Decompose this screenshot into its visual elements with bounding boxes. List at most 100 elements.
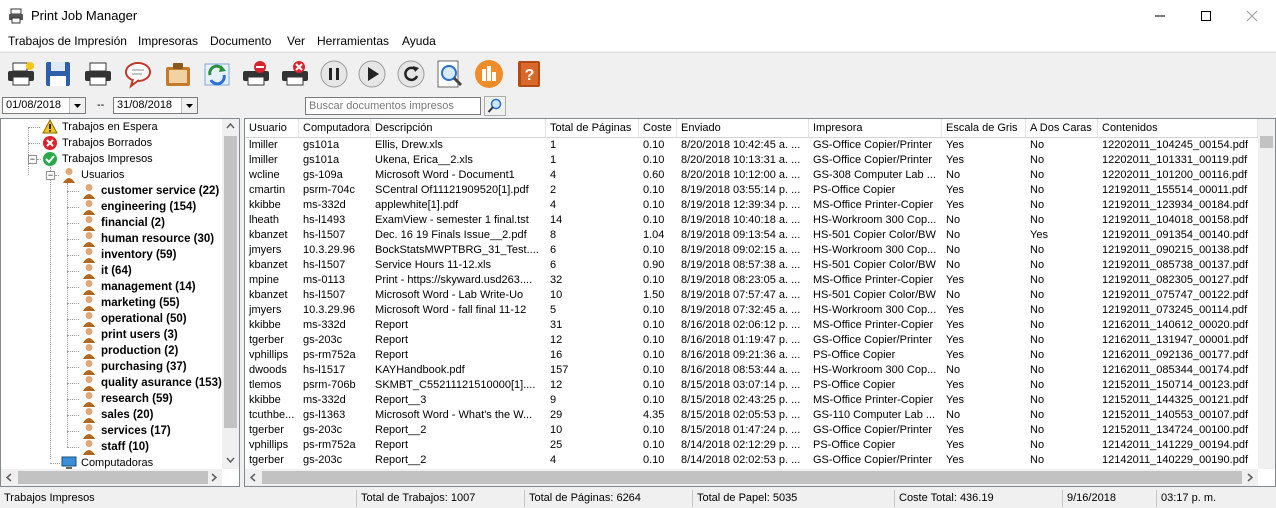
table-cell: hs-l1507 <box>303 259 346 271</box>
column-header[interactable]: Usuario <box>245 119 299 137</box>
table-cell: Yes <box>946 199 964 211</box>
table-row[interactable]: dwoods hs-l1517 KAYHandbook.pdf 157 0.10 8/16… <box>245 363 1258 378</box>
minimize-button[interactable] <box>1137 0 1183 32</box>
date-to-picker[interactable]: 31/08/2018 <box>113 97 198 114</box>
status-section: Trabajos Impresos <box>4 492 95 504</box>
menu-printers[interactable]: Impresoras <box>138 34 198 48</box>
menu-help[interactable]: Ayuda <box>402 34 436 48</box>
search-input[interactable] <box>305 97 481 115</box>
date-range-separator: -- <box>97 99 105 111</box>
table-cell: No <box>1030 139 1045 151</box>
stop-printer-button[interactable] <box>239 56 272 91</box>
table-row[interactable]: lheath hs-l1493 ExamView - semester 1 fina… <box>245 213 1258 228</box>
table-row[interactable]: jmyers 10.3.29.96 BockStatsMWPTBRG_31_Test… <box>245 243 1258 258</box>
tree-hscroll-thumb[interactable] <box>18 471 208 484</box>
close-button[interactable] <box>1229 0 1275 32</box>
reports-button[interactable] <box>472 56 505 91</box>
column-header[interactable]: Escala de Gris <box>942 119 1026 137</box>
menu-document[interactable]: Documento <box>210 34 271 48</box>
tree-horizontal-scrollbar[interactable] <box>1 469 222 486</box>
collapse-icon[interactable]: − <box>46 171 55 180</box>
refresh-button[interactable] <box>200 56 233 91</box>
scroll-up-icon[interactable] <box>226 123 235 129</box>
pause-button[interactable] <box>317 56 350 91</box>
table-cell: mpine <box>249 274 279 286</box>
column-header[interactable]: Computadora <box>299 119 371 137</box>
table-cell: 12152011_150714_00123.pdf <box>1102 379 1249 391</box>
table-cell: dwoods <box>249 364 287 376</box>
preview-button[interactable] <box>433 56 466 91</box>
scroll-left-icon[interactable] <box>6 473 12 482</box>
column-header[interactable]: Coste <box>639 119 677 137</box>
table-cell: HS-Workroom 300 Cop... <box>813 364 937 376</box>
table-row[interactable]: tgerber gs-203c Report__2 4 0.10 8/14/2018 02… <box>245 453 1258 468</box>
grid-horizontal-scrollbar[interactable] <box>245 469 1258 486</box>
table-row[interactable]: vphillips ps-rm752a Report 16 0.10 8/16/2018 … <box>245 348 1258 363</box>
table-row[interactable]: lmiller gs101a Ellis, Drew.xls 1 0.10 8/20/20… <box>245 138 1258 153</box>
help-button[interactable]: ? <box>512 56 545 91</box>
table-row[interactable]: kbanzet hs-l1507 Microsoft Word - Lab Writ… <box>245 288 1258 303</box>
grid-vertical-scrollbar[interactable] <box>1258 119 1275 469</box>
table-row[interactable]: kkibbe ms-332d Report__3 9 0.10 8/15/2018 02:… <box>245 393 1258 408</box>
chevron-down-icon[interactable] <box>69 98 85 113</box>
scroll-right-icon[interactable] <box>1247 473 1253 482</box>
menu-view[interactable]: Ver <box>287 34 305 48</box>
clipboard-button[interactable] <box>161 56 194 91</box>
column-header[interactable]: Descripción <box>371 119 546 137</box>
tree-connector <box>67 223 79 224</box>
date-from-picker[interactable]: 01/08/2018 <box>2 97 86 114</box>
scroll-down-icon[interactable] <box>226 457 235 463</box>
resume-button[interactable] <box>355 56 388 91</box>
tree-item-label: purchasing (37) <box>101 361 187 373</box>
tree-vertical-scrollbar[interactable] <box>222 119 239 469</box>
table-row[interactable]: tlemos psrm-706b SKMBT_C55211121510000[1].… <box>245 378 1258 393</box>
table-cell: Yes <box>946 379 964 391</box>
table-cell: 0.90 <box>643 259 665 271</box>
scroll-left-icon[interactable] <box>250 473 256 482</box>
restart-button[interactable] <box>394 56 427 91</box>
menu-print-jobs[interactable]: Trabajos de Impresión <box>8 34 127 48</box>
table-row[interactable]: tgerber gs-203c Report 12 0.10 8/16/2018 01:1… <box>245 333 1258 348</box>
collapse-icon[interactable]: − <box>28 155 37 164</box>
table-row[interactable]: cmartin psrm-704c SCentral Of11121909520[1… <box>245 183 1258 198</box>
table-cell: 12 <box>550 379 563 391</box>
table-cell: 8/16/2018 02:06:12 p. ... <box>681 319 801 331</box>
table-cell: Yes <box>946 154 964 166</box>
menu-tools[interactable]: Herramientas <box>317 34 389 48</box>
table-row[interactable]: vphillips ps-rm752a Report 25 0.10 8/14/2018 … <box>245 438 1258 453</box>
table-row[interactable]: kbanzet hs-l1507 Service Hours 11-12.xls 6 0… <box>245 258 1258 273</box>
table-cell: 8/19/2018 08:57:38 a. ... <box>681 259 801 271</box>
grid-scroll-thumb[interactable] <box>1260 136 1273 148</box>
column-header[interactable]: A Dos Caras <box>1026 119 1098 137</box>
column-header[interactable]: Contenidos <box>1098 119 1258 137</box>
table-row[interactable]: wcline gs-109a Microsoft Word - Document1 4… <box>245 168 1258 183</box>
table-cell: 10 <box>550 289 563 301</box>
delete-printer-button[interactable] <box>278 56 311 91</box>
print-button[interactable] <box>81 56 114 91</box>
column-header[interactable]: Total de Páginas <box>546 119 639 137</box>
column-header[interactable]: Enviado <box>677 119 809 137</box>
user-icon <box>83 344 95 359</box>
table-row[interactable]: tcuthbe... gs-l1363 Microsoft Word - What'… <box>245 408 1258 423</box>
table-row[interactable]: jmyers 10.3.29.96 Microsoft Word - fall fi… <box>245 303 1258 318</box>
chevron-down-icon[interactable] <box>181 98 197 113</box>
table-row[interactable]: tgerber gs-203c Report__2 10 0.10 8/15/2018 0… <box>245 423 1258 438</box>
table-row[interactable]: mpine ms-0113 Print - https://skyward.usd2… <box>245 273 1258 288</box>
table-row[interactable]: kkibbe ms-332d Report 31 0.10 8/16/2018 02:06… <box>245 318 1258 333</box>
maximize-button[interactable] <box>1183 0 1229 32</box>
table-cell: 0.10 <box>643 364 665 376</box>
save-button[interactable] <box>41 56 74 91</box>
scroll-right-icon[interactable] <box>211 473 217 482</box>
table-cell: 12142011_141229_00194.pdf <box>1102 439 1249 451</box>
grid-hscroll-thumb[interactable] <box>262 471 1242 484</box>
table-row[interactable]: lmiller gs101a Ukena, Erica__2.xls 1 0.10 8/2… <box>245 153 1258 168</box>
new-print-button[interactable] <box>4 56 37 91</box>
table-cell: Ellis, Drew.xls <box>375 139 443 151</box>
status-total-pages: Total de Páginas: 6264 <box>524 490 692 507</box>
comments-button[interactable] <box>121 56 154 91</box>
table-row[interactable]: kkibbe ms-332d applewhite[1].pdf 4 0.10 8/19/… <box>245 198 1258 213</box>
column-header[interactable]: Impresora <box>809 119 942 137</box>
tree-scroll-thumb[interactable] <box>224 136 237 428</box>
search-button[interactable] <box>484 96 506 116</box>
table-row[interactable]: kbanzet hs-l1507 Dec. 16 19 Finals Issue__… <box>245 228 1258 243</box>
